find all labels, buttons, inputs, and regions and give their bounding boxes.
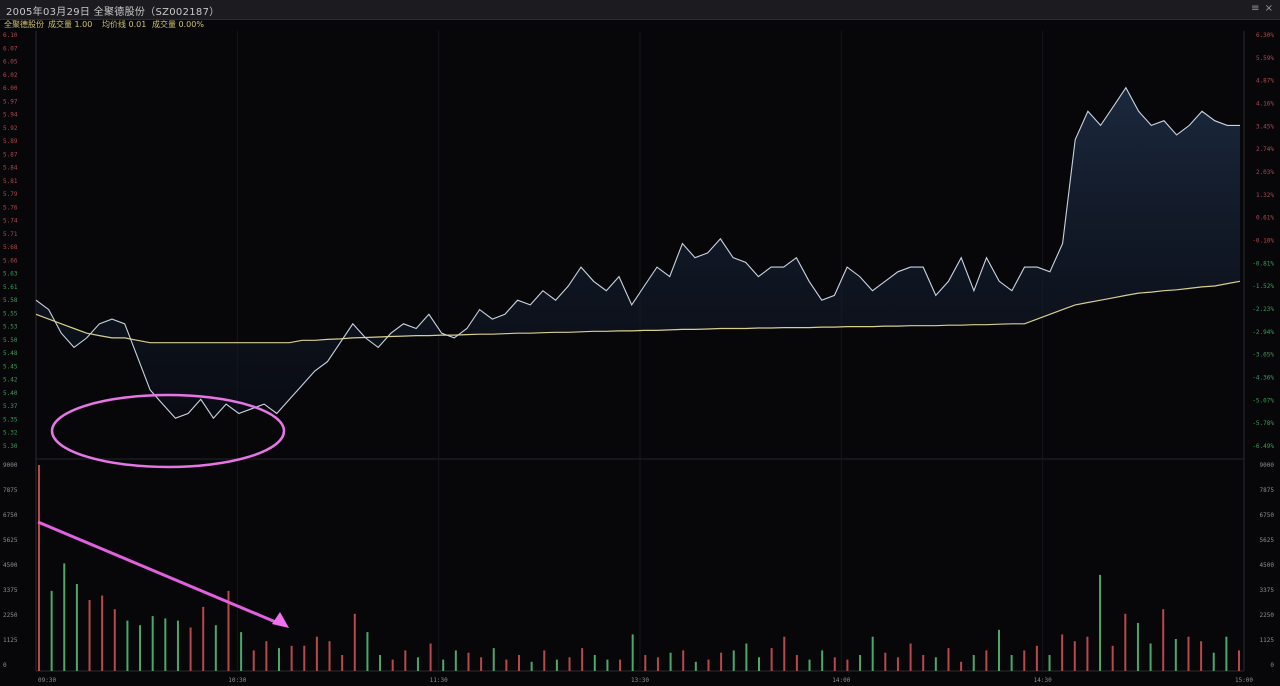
time-axis: 09:30 10:30 11:30 13:30 14:00 14:30 15:00 xyxy=(38,677,1253,684)
left-price-tick: 5.63 xyxy=(3,271,18,278)
right-volume-tick: 6750 xyxy=(1260,512,1275,519)
left-price-tick: 6.02 xyxy=(3,72,18,79)
left-price-tick: 5.40 xyxy=(3,390,18,397)
title-bar: 2005年03月29日 全聚德股份（SZ002187） ≡ × xyxy=(0,0,1280,20)
left-price-tick: 5.53 xyxy=(3,324,18,331)
left-price-tick: 6.00 xyxy=(3,85,18,92)
right-percent-tick: -3.65% xyxy=(1252,352,1274,359)
left-volume-tick: 9000 xyxy=(3,462,18,469)
left-volume-tick: 3375 xyxy=(3,587,18,594)
left-price-tick: 5.92 xyxy=(3,125,18,132)
intraday-chart: 6.10 6.07 6.05 6.02 6.00 5.97 5.94 5.92 5.89 5.87… xyxy=(3,31,1274,684)
left-price-tick: 5.42 xyxy=(3,377,18,384)
left-volume-tick: 2250 xyxy=(3,612,18,619)
left-volume-tick: 1125 xyxy=(3,637,18,644)
left-volume-tick: 4500 xyxy=(3,562,18,569)
right-volume-tick: 1125 xyxy=(1260,637,1275,644)
left-price-tick: 5.66 xyxy=(3,257,18,264)
right-percent-tick: 6.30% xyxy=(1256,32,1274,39)
left-price-tick: 6.07 xyxy=(3,45,18,52)
left-price-tick: 6.10 xyxy=(3,32,18,39)
left-price-tick: 6.05 xyxy=(3,59,18,66)
left-price-tick: 5.68 xyxy=(3,244,18,251)
right-volume-tick: 2250 xyxy=(1260,612,1275,619)
left-axis: 6.10 6.07 6.05 6.02 6.00 5.97 5.94 5.92 5.89 5.87… xyxy=(3,32,18,669)
left-price-tick: 5.71 xyxy=(3,231,18,238)
right-percent-tick: 4.87% xyxy=(1256,78,1274,85)
indicator-item-1: 全聚德股份 xyxy=(4,20,44,29)
left-price-tick: 5.32 xyxy=(3,430,18,437)
time-tick: 13:30 xyxy=(631,677,649,684)
right-volume-tick: 7875 xyxy=(1260,487,1275,494)
indicator-item-2: 成交量 1.00 xyxy=(48,20,93,29)
volume-group xyxy=(38,465,1240,671)
right-percent-tick: -2.23% xyxy=(1252,306,1274,313)
right-volume-tick: 5625 xyxy=(1260,537,1275,544)
left-price-tick: 5.50 xyxy=(3,337,18,344)
right-percent-tick: 4.16% xyxy=(1256,101,1274,108)
right-percent-tick: -0.10% xyxy=(1252,238,1274,245)
time-tick: 15:00 xyxy=(1235,677,1253,684)
right-percent-tick: -1.52% xyxy=(1252,283,1274,290)
right-percent-tick: 3.45% xyxy=(1256,123,1274,130)
right-volume-tick: 3375 xyxy=(1260,587,1275,594)
left-price-tick: 5.84 xyxy=(3,165,18,172)
right-percent-tick: -4.36% xyxy=(1252,375,1274,382)
left-price-tick: 5.35 xyxy=(3,416,18,423)
time-tick: 14:30 xyxy=(1034,677,1052,684)
right-volume-tick: 4500 xyxy=(1260,562,1275,569)
time-tick: 09:30 xyxy=(38,677,56,684)
left-price-tick: 5.58 xyxy=(3,297,18,304)
left-volume-tick: 6750 xyxy=(3,512,18,519)
right-axis: 6.30% 5.59% 4.87% 4.16% 3.45% 2.74% 2.03% 1.32%… xyxy=(1252,32,1274,669)
left-volume-tick: 5625 xyxy=(3,537,18,544)
left-price-tick: 5.94 xyxy=(3,112,18,119)
right-volume-tick: 0 xyxy=(1270,662,1274,669)
left-price-tick: 5.87 xyxy=(3,151,18,158)
time-tick: 11:30 xyxy=(430,677,448,684)
indicator-item-3: 均价线 0.01 xyxy=(102,20,147,29)
indicator-item-4: 成交量 0.00% xyxy=(152,20,204,29)
left-price-tick: 5.97 xyxy=(3,98,18,105)
right-percent-tick: -2.94% xyxy=(1252,329,1274,336)
window-menu-icon[interactable]: ≡ × xyxy=(1251,3,1274,14)
annotations xyxy=(37,393,289,628)
right-percent-tick: 5.59% xyxy=(1256,55,1274,62)
left-price-tick: 5.30 xyxy=(3,443,18,450)
right-percent-tick: -5.07% xyxy=(1252,397,1274,404)
time-tick: 10:30 xyxy=(228,677,246,684)
left-price-tick: 5.55 xyxy=(3,310,18,317)
right-percent-tick: 0.61% xyxy=(1256,215,1274,222)
left-price-tick: 5.37 xyxy=(3,403,18,410)
left-price-tick: 5.61 xyxy=(3,284,18,291)
right-percent-tick: 2.03% xyxy=(1256,169,1274,176)
left-price-tick: 5.74 xyxy=(3,218,18,225)
window-title: 2005年03月29日 全聚德股份（SZ002187） xyxy=(6,7,220,18)
left-price-tick: 5.79 xyxy=(3,191,18,198)
right-percent-tick: -5.78% xyxy=(1252,420,1274,427)
left-price-tick: 5.81 xyxy=(3,178,18,185)
left-volume-tick: 0 xyxy=(3,662,7,669)
left-price-tick: 5.45 xyxy=(3,363,18,370)
right-percent-tick: -6.49% xyxy=(1252,443,1274,450)
price-area-group xyxy=(36,87,1240,419)
left-price-tick: 5.76 xyxy=(3,204,18,211)
trend-arrow-line xyxy=(37,520,279,625)
left-price-tick: 5.89 xyxy=(3,138,18,145)
right-volume-tick: 9000 xyxy=(1260,462,1275,469)
price-area xyxy=(36,87,1240,419)
right-percent-tick: -0.81% xyxy=(1252,260,1274,267)
right-percent-tick: 1.32% xyxy=(1256,192,1274,199)
left-volume-tick: 7875 xyxy=(3,487,18,494)
left-price-tick: 5.48 xyxy=(3,350,18,357)
time-tick: 14:00 xyxy=(832,677,850,684)
right-percent-tick: 2.74% xyxy=(1256,146,1274,153)
indicator-bar: 全聚德股份 成交量 1.00 均价线 0.01 成交量 0.00% xyxy=(0,19,1280,31)
